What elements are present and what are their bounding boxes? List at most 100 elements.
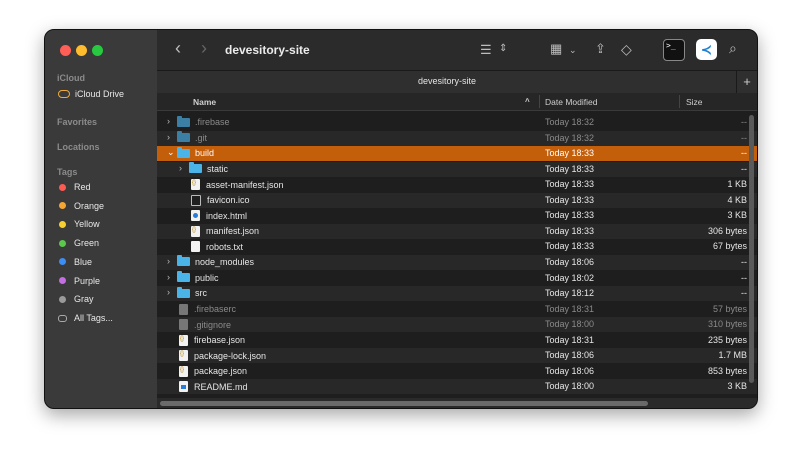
sort-ascending-icon[interactable]: ^ bbox=[525, 97, 530, 106]
view-options-chevron-icon[interactable]: ⇕ bbox=[499, 42, 507, 56]
file-row[interactable]: › static Today 18:33 -- bbox=[157, 161, 757, 177]
vscode-icon[interactable]: ≺ bbox=[696, 39, 717, 60]
list-view-icon[interactable]: ☰ bbox=[480, 43, 492, 57]
file-name: public bbox=[195, 272, 219, 283]
file-row[interactable]: manifest.json Today 18:33 306 bytes bbox=[157, 223, 757, 239]
sidebar-item-icloud-drive[interactable]: iCloud Drive bbox=[55, 86, 124, 102]
folder-icon bbox=[177, 115, 190, 127]
file-size: -- bbox=[741, 132, 747, 143]
chevron-right-icon[interactable]: › bbox=[167, 116, 170, 126]
minimize-window-button[interactable] bbox=[76, 45, 87, 56]
file-name: favicon.ico bbox=[207, 195, 250, 206]
file-size: -- bbox=[741, 272, 747, 283]
file-name: firebase.json bbox=[194, 335, 246, 346]
file-row[interactable]: index.html Today 18:33 3 KB bbox=[157, 208, 757, 223]
file-name: .git bbox=[195, 132, 208, 143]
vertical-scrollbar[interactable] bbox=[749, 115, 754, 383]
file-name-cell: package-lock.json bbox=[177, 350, 266, 362]
file-name: .firebase bbox=[195, 117, 230, 127]
sidebar-tag-yellow[interactable]: Yellow bbox=[55, 216, 100, 232]
tag-color-dot-icon bbox=[59, 277, 66, 284]
column-divider[interactable] bbox=[679, 95, 680, 108]
file-name-cell: asset-manifest.json bbox=[189, 179, 284, 191]
file-name: .firebaserc bbox=[194, 304, 237, 315]
file-row[interactable]: .firebaserc Today 18:31 57 bytes bbox=[157, 302, 757, 317]
file-name-cell: .gitignore bbox=[177, 319, 231, 331]
sidebar-item-label: Green bbox=[74, 238, 100, 249]
file-date: Today 18:00 bbox=[545, 381, 595, 392]
file-row[interactable]: › node_modules Today 18:06 -- bbox=[157, 254, 757, 270]
horizontal-scrollbar[interactable] bbox=[160, 401, 648, 406]
back-button[interactable]: ‹ bbox=[175, 39, 181, 57]
new-tab-button[interactable]: + bbox=[736, 71, 757, 93]
group-by-grid-icon[interactable]: ▦ bbox=[550, 42, 562, 56]
chevron-down-icon[interactable]: ⌄ bbox=[167, 147, 175, 158]
close-window-button[interactable] bbox=[60, 45, 71, 56]
file-icon bbox=[179, 381, 188, 393]
sidebar-item-label: Gray bbox=[74, 294, 94, 305]
file-row[interactable]: package-lock.json Today 18:06 1.7 MB bbox=[157, 348, 757, 364]
file-icon bbox=[191, 210, 200, 222]
sidebar-tag-orange[interactable]: Orange bbox=[55, 198, 104, 214]
file-date: Today 18:02 bbox=[545, 272, 595, 283]
share-icon[interactable]: ⇪ bbox=[595, 42, 606, 56]
column-divider[interactable] bbox=[539, 95, 540, 108]
locations-section-title: Locations bbox=[57, 142, 100, 152]
file-row[interactable]: ⌄ build Today 18:33 -- bbox=[157, 146, 757, 162]
file-row[interactable]: › .git Today 18:32 -- bbox=[157, 130, 757, 146]
tab-devesitory-site[interactable]: devesitory-site bbox=[157, 76, 737, 86]
file-row[interactable]: › .firebase Today 18:32 -- bbox=[157, 115, 757, 130]
file-row[interactable]: › public Today 18:02 -- bbox=[157, 271, 757, 286]
file-size: 1 KB bbox=[727, 179, 747, 190]
horizontal-scroll-track bbox=[157, 398, 757, 408]
file-date: Today 18:32 bbox=[545, 132, 595, 143]
file-row[interactable]: asset-manifest.json Today 18:33 1 KB bbox=[157, 177, 757, 192]
file-name: build bbox=[195, 148, 215, 159]
file-size: 306 bytes bbox=[707, 225, 747, 236]
chevron-right-icon[interactable]: › bbox=[167, 287, 170, 297]
file-row[interactable]: README.md Today 18:00 3 KB bbox=[157, 379, 757, 395]
sidebar-tag-red[interactable]: Red bbox=[55, 179, 91, 195]
file-row[interactable]: › src Today 18:12 -- bbox=[157, 286, 757, 302]
file-row[interactable]: firebase.json Today 18:31 235 bytes bbox=[157, 333, 757, 348]
column-size-header[interactable]: Size bbox=[686, 97, 703, 107]
file-date: Today 18:31 bbox=[545, 303, 595, 314]
file-row[interactable]: favicon.ico Today 18:33 4 KB bbox=[157, 192, 757, 208]
column-date-header[interactable]: Date Modified bbox=[545, 97, 597, 107]
folder-icon bbox=[189, 162, 202, 174]
file-name-cell: public bbox=[177, 271, 219, 283]
file-row[interactable]: .gitignore Today 18:00 310 bytes bbox=[157, 317, 757, 333]
sidebar-item-all-tags[interactable]: All Tags... bbox=[55, 310, 113, 326]
chevron-right-icon[interactable]: › bbox=[167, 256, 170, 266]
file-icon bbox=[179, 350, 188, 362]
sidebar-item-label: All Tags... bbox=[74, 313, 113, 323]
file-name-cell: .git bbox=[177, 131, 208, 143]
zoom-window-button[interactable] bbox=[92, 45, 103, 56]
main-pane: ‹ › devesitory-site ☰ ⇕ ▦ ⌄ ⇪ ◇ >_ ≺ ⌕ d… bbox=[157, 30, 757, 408]
sidebar-tag-gray[interactable]: Gray bbox=[55, 291, 94, 307]
chevron-down-icon[interactable]: ⌄ bbox=[569, 43, 577, 57]
search-icon[interactable]: ⌕ bbox=[729, 41, 737, 55]
file-date: Today 18:33 bbox=[545, 194, 595, 205]
sidebar-tag-green[interactable]: Green bbox=[55, 235, 99, 251]
file-name: index.html bbox=[206, 210, 248, 221]
chevron-right-icon[interactable]: › bbox=[167, 272, 170, 282]
file-date: Today 18:00 bbox=[545, 319, 595, 330]
sidebar-tag-blue[interactable]: Blue bbox=[55, 254, 92, 270]
chevron-right-icon[interactable]: › bbox=[179, 163, 182, 173]
file-row[interactable]: robots.txt Today 18:33 67 bytes bbox=[157, 239, 757, 254]
sidebar-item-label: Purple bbox=[74, 275, 101, 286]
forward-button[interactable]: › bbox=[201, 39, 207, 57]
file-name-cell: static bbox=[189, 162, 228, 174]
file-date: Today 18:31 bbox=[545, 334, 595, 345]
tag-icon[interactable]: ◇ bbox=[621, 42, 632, 56]
file-row[interactable]: package.json Today 18:06 853 bytes bbox=[157, 364, 757, 379]
file-size: 57 bytes bbox=[712, 303, 747, 314]
file-name: node_modules bbox=[195, 256, 255, 267]
chevron-right-icon[interactable]: › bbox=[167, 132, 170, 142]
sidebar-tag-purple[interactable]: Purple bbox=[55, 273, 100, 289]
column-name-header[interactable]: Name bbox=[193, 97, 216, 107]
terminal-icon[interactable]: >_ bbox=[663, 39, 685, 61]
file-name-cell: build bbox=[177, 146, 215, 159]
tag-outline-icon bbox=[58, 314, 67, 322]
